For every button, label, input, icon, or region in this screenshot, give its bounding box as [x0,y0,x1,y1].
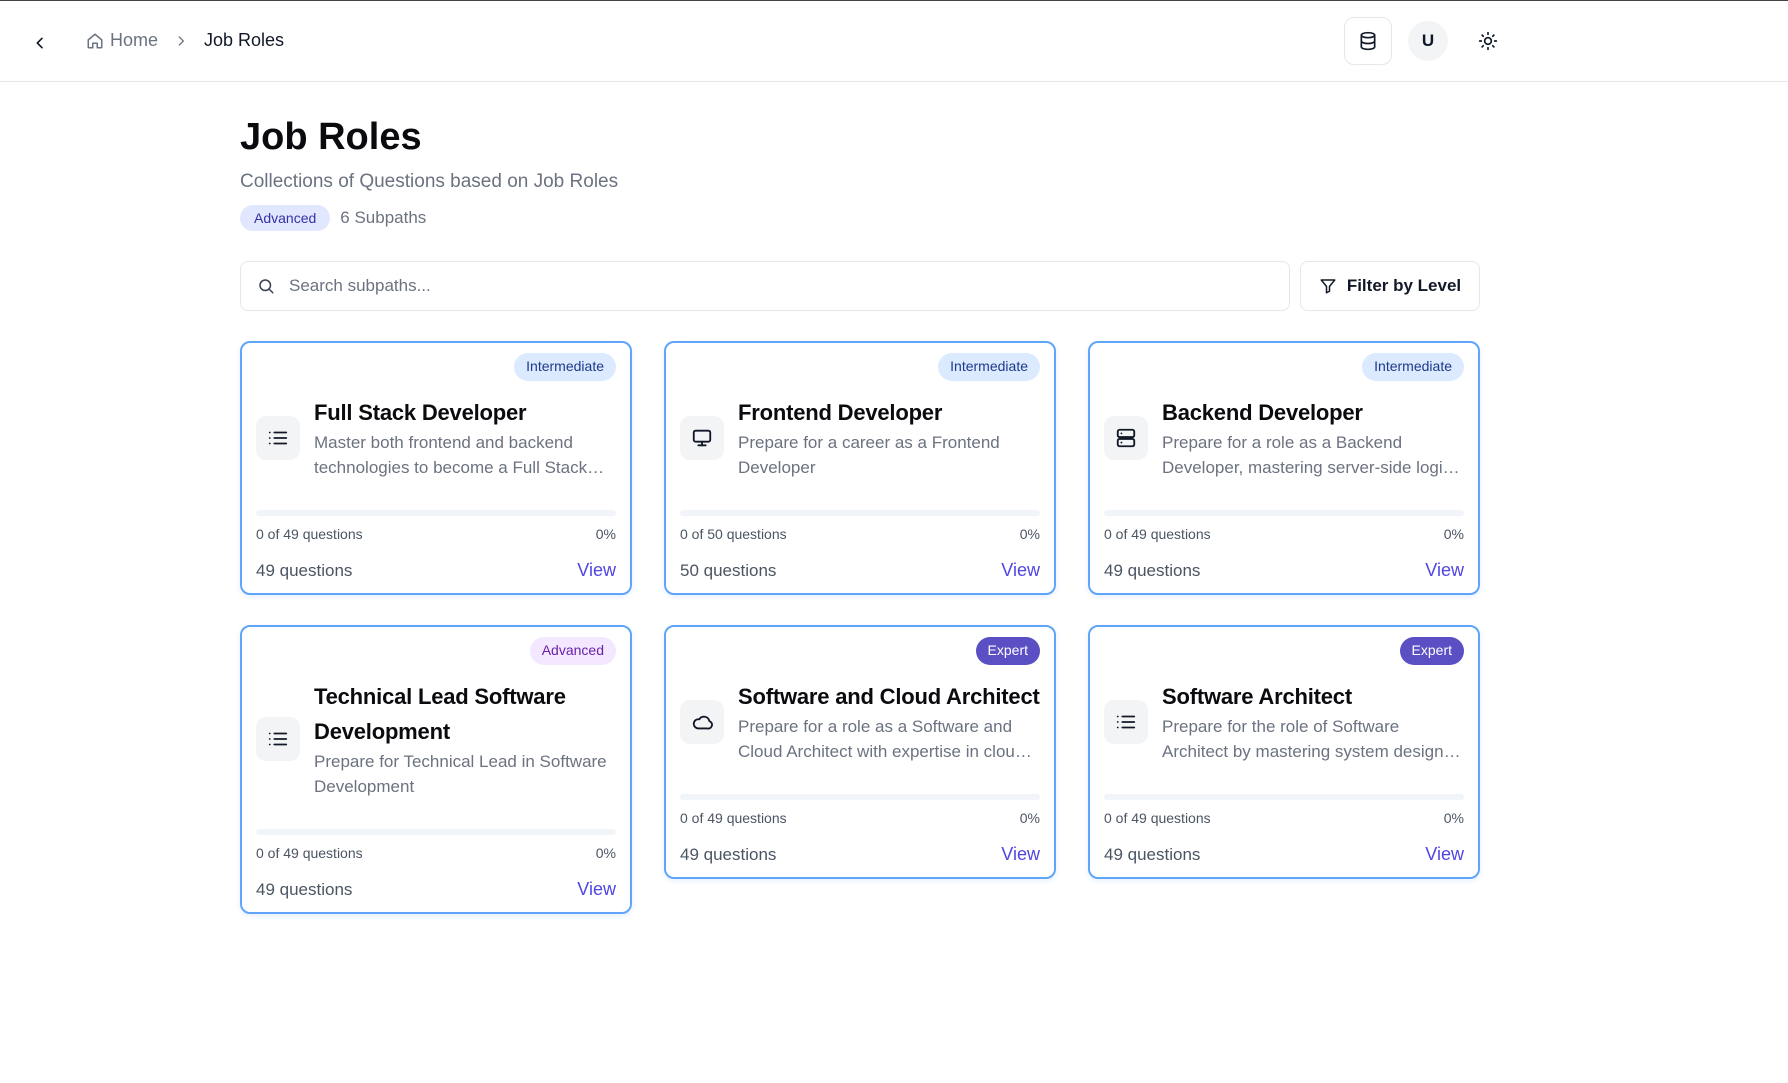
view-link[interactable]: View [577,879,616,900]
page-title: Job Roles [240,116,422,158]
list-icon [1104,699,1148,744]
view-link[interactable]: View [1425,560,1464,581]
card-title: Software Architect [1162,684,1352,709]
progress-bar [1104,510,1464,516]
card-level-badge: Intermediate [1362,353,1464,381]
card-level-badge: Expert [975,637,1040,665]
home-icon [87,33,103,48]
chevron-right-icon [174,34,188,48]
subpath-card-grid: Intermediate Full Stack Developer Master… [240,341,1480,914]
card-title: Software and Cloud Architect [738,684,1040,709]
server-icon [1104,415,1148,460]
card-title: Backend Developer [1162,400,1363,425]
breadcrumb-home-label: Home [110,30,159,50]
view-link[interactable]: View [1001,844,1040,865]
user-avatar[interactable]: U [1408,21,1448,61]
card-description: Master both frontend and backend technol… [314,433,588,477]
progress-bar [680,794,1040,800]
card-description: Prepare for Technical Lead in Software D… [314,752,607,796]
progress-text: 0 of 49 questions [256,526,363,542]
question-count: 49 questions [1104,560,1201,580]
progress-text: 0 of 49 questions [680,810,787,826]
question-count: 49 questions [1104,844,1201,864]
question-count: 49 questions [256,879,353,899]
theme-toggle-button[interactable] [1468,21,1508,61]
card-description: Prepare for a role as a Software and Clo… [738,717,1025,761]
question-count: 50 questions [680,560,777,580]
back-button[interactable] [26,29,54,57]
chevron-left-icon [36,37,43,49]
progress-bar [1104,794,1464,800]
search-input[interactable] [287,275,1273,297]
progress-percent: 0% [595,845,616,861]
list-icon [256,415,300,460]
card-description: Prepare for a role as a Backend Develope… [1162,433,1452,477]
database-icon [1360,31,1376,51]
breadcrumb-home-link[interactable]: Home [86,30,158,51]
progress-bar [256,829,616,835]
progress-percent: 0% [1019,810,1040,826]
subpath-card-backend-developer[interactable]: Intermediate Backend Developer Prepare f… [1088,341,1480,595]
progress-percent: 0% [1443,526,1464,542]
breadcrumb: Home Job Roles [86,30,284,51]
subpath-count: 6 Subpaths [340,208,427,227]
main-content: Job Roles Collections of Questions based… [240,113,1480,914]
question-count: 49 questions [680,844,777,864]
progress-text: 0 of 49 questions [1104,810,1211,826]
breadcrumb-current: Job Roles [204,30,285,50]
card-description: Prepare for the role of Software Archite… [1162,717,1449,761]
database-button[interactable] [1344,17,1392,65]
card-title: Frontend Developer [738,400,943,425]
card-description: Prepare for a career as a Frontend Devel… [738,433,1000,477]
progress-bar [680,510,1040,516]
card-title: Full Stack Developer [314,400,527,425]
filter-button-label: Filter by Level [1346,276,1462,295]
cloud-icon [680,699,724,744]
progress-text: 0 of 49 questions [1104,526,1211,542]
filter-icon [1320,279,1336,294]
card-level-badge: Expert [1399,637,1464,665]
progress-percent: 0% [1443,810,1464,826]
level-badge: Advanced [240,205,331,231]
top-navigation-bar: Home Job Roles U [0,1,1788,82]
subpath-card-software-and-cloud-architect[interactable]: Expert Software and Cloud Architect Prep… [664,625,1056,879]
progress-percent: 0% [1019,526,1040,542]
subpath-card-technical-lead[interactable]: Advanced Technical Lead Software Develop… [240,625,632,914]
subpath-card-software-architect[interactable]: Expert Software Architect Prepare for th… [1088,625,1480,879]
card-level-badge: Intermediate [514,353,616,381]
search-box [240,261,1290,311]
progress-bar [256,510,616,516]
card-title: Technical Lead Software Development [314,684,566,744]
progress-percent: 0% [595,526,616,542]
monitor-icon [680,415,724,460]
search-icon [259,279,274,294]
progress-text: 0 of 49 questions [256,845,363,861]
subpath-card-full-stack-developer[interactable]: Intermediate Full Stack Developer Master… [240,341,632,595]
card-level-badge: Intermediate [938,353,1040,381]
filter-by-level-button[interactable]: Filter by Level [1300,261,1480,311]
progress-text: 0 of 50 questions [680,526,787,542]
view-link[interactable]: View [1001,560,1040,581]
page-subtitle: Collections of Questions based on Job Ro… [240,171,619,192]
card-level-badge: Advanced [529,637,616,665]
question-count: 49 questions [256,560,353,580]
sun-icon [1478,31,1498,51]
view-link[interactable]: View [577,560,616,581]
view-link[interactable]: View [1425,844,1464,865]
subpath-card-frontend-developer[interactable]: Intermediate Frontend Developer Prepare … [664,341,1056,595]
list-icon [256,717,300,761]
